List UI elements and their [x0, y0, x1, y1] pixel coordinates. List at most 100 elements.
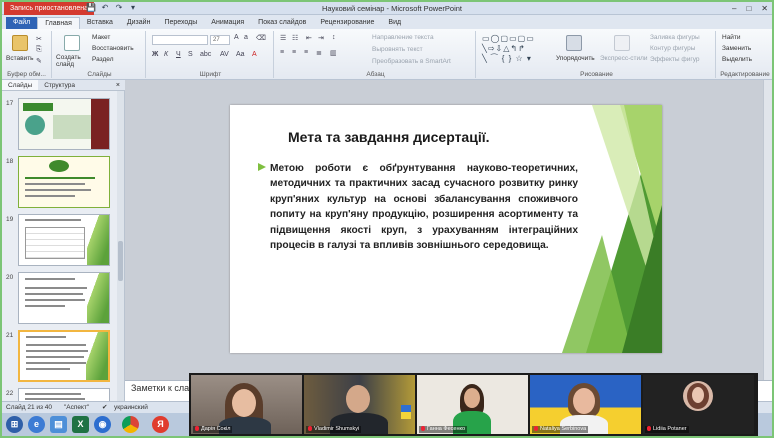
tab-home[interactable]: Главная	[37, 17, 80, 29]
slide-thumbnail[interactable]: 17	[2, 98, 118, 152]
copy-icon[interactable]: ⎘	[36, 46, 42, 54]
font-name-combo[interactable]	[152, 35, 208, 45]
tab-transitions[interactable]: Переходы	[157, 17, 204, 29]
slide-thumbnail[interactable]: 22	[2, 388, 118, 401]
align-left-icon[interactable]: ≡	[280, 49, 284, 56]
slide-thumbnail-selected[interactable]: 21	[2, 330, 118, 384]
slide-thumbnail[interactable]: 20	[2, 272, 118, 326]
shrink-font-icon[interactable]: a	[244, 34, 248, 41]
close-button[interactable]: ✕	[761, 2, 768, 15]
decrease-indent-icon[interactable]: ⇤	[306, 34, 312, 42]
shape-effects-button[interactable]: Эффекты фигур	[650, 56, 700, 63]
participant-tile[interactable]: Nataliya Serbinova	[530, 375, 641, 434]
chrome-icon[interactable]	[122, 416, 139, 433]
strikethrough-icon[interactable]: abc	[200, 51, 211, 58]
slide-thumbnail-image	[18, 156, 110, 208]
shape-fill-button[interactable]: Заливка фигуры	[650, 34, 700, 41]
mic-off-icon	[308, 426, 312, 432]
files-icon[interactable]: ▤	[50, 416, 67, 433]
align-right-icon[interactable]: ≡	[304, 49, 308, 56]
quick-styles-icon[interactable]	[614, 35, 630, 51]
bold-icon[interactable]: Ж	[152, 51, 158, 58]
slide-thumbnail[interactable]: 19	[2, 214, 118, 268]
slide-thumbnail-image	[18, 214, 110, 266]
slide-body-text[interactable]: Метою роботи є обґрунтування науково-тео…	[270, 161, 578, 253]
explorer-icon[interactable]: e	[28, 416, 45, 433]
increase-indent-icon[interactable]: ⇥	[318, 34, 324, 42]
layout-button[interactable]: Макет	[92, 34, 110, 41]
shapes-gallery[interactable]: ▭◯▢▭▢▭ ╲⇨⇩△↰↱ ╲ ⁀ { } ☆ ▾	[482, 34, 552, 66]
tab-outline[interactable]: Структура	[38, 80, 81, 90]
group-clipboard: Вставить ✂ ⎘ ✎ Буфер обм...	[2, 31, 52, 78]
participant-tile[interactable]: Дарія Сокіл	[191, 375, 302, 434]
change-case-icon[interactable]: Aa	[236, 51, 245, 58]
font-color-icon[interactable]: A	[252, 51, 257, 58]
tab-slideshow[interactable]: Показ слайдов	[251, 17, 313, 29]
shadow-icon[interactable]: S	[188, 51, 193, 58]
format-painter-icon[interactable]: ✎	[36, 57, 42, 65]
text-direction-button[interactable]: Направление текста	[372, 34, 434, 41]
yandex-icon[interactable]: Я	[152, 416, 169, 433]
tab-view[interactable]: Вид	[381, 17, 408, 29]
line-spacing-icon[interactable]: ↕	[332, 34, 336, 41]
undo-icon[interactable]: ↶	[100, 3, 110, 13]
cut-icon[interactable]: ✂	[36, 35, 42, 43]
group-font: 27 A a ⌫ Ж К Ч S abc AV Aa A Шрифт	[148, 31, 274, 78]
customize-qat-icon[interactable]: ▾	[128, 3, 138, 13]
paste-button[interactable]: Вставить	[6, 55, 34, 62]
bullets-icon[interactable]: ☰	[280, 34, 286, 42]
select-button[interactable]: Выделить	[722, 56, 752, 63]
slide-thumbnail[interactable]: 18	[2, 156, 118, 210]
participant-tile[interactable]: Vladimir Shumskyi	[304, 375, 415, 434]
participant-tile[interactable]: Ганна Фесенко	[417, 375, 528, 434]
editor-scrollbar[interactable]	[763, 80, 772, 380]
minimize-button[interactable]: –	[732, 2, 736, 15]
quick-styles-button[interactable]: Экспресс-стили	[600, 55, 648, 62]
align-center-icon[interactable]: ≡	[292, 49, 296, 56]
arrange-icon[interactable]	[566, 35, 582, 51]
reset-button[interactable]: Восстановить	[92, 45, 134, 52]
columns-icon[interactable]: ▥	[330, 49, 337, 57]
find-button[interactable]: Найти	[722, 34, 741, 41]
tab-design[interactable]: Дизайн	[120, 17, 158, 29]
tab-review[interactable]: Рецензирование	[313, 17, 381, 29]
tab-slides[interactable]: Слайды	[2, 80, 39, 90]
slide-number: 22	[6, 390, 14, 397]
window-controls: – □ ✕	[732, 2, 768, 15]
paragraph-group-label: Абзац	[366, 71, 385, 78]
section-button[interactable]: Раздел	[92, 56, 113, 63]
smartart-button[interactable]: Преобразовать в SmartArt	[372, 58, 451, 65]
excel-icon[interactable]: X	[72, 416, 89, 433]
viber-icon[interactable]: ◉	[94, 416, 111, 433]
slide-canvas[interactable]: Мета та завдання дисертації. Метою робот…	[230, 105, 662, 353]
char-spacing-icon[interactable]: AV	[220, 51, 229, 58]
replace-button[interactable]: Заменить	[722, 45, 751, 52]
slide-title[interactable]: Мета та завдання дисертації.	[288, 129, 558, 145]
align-text-button[interactable]: Выровнять текст	[372, 46, 423, 53]
underline-icon[interactable]: Ч	[176, 51, 181, 58]
new-slide-button[interactable]: Создать слайд	[56, 54, 92, 68]
tab-animation[interactable]: Анимация	[204, 17, 251, 29]
slide-thumbnail-image	[18, 98, 110, 150]
paste-icon[interactable]	[12, 35, 28, 51]
tab-file[interactable]: Файл	[6, 17, 38, 29]
save-icon[interactable]: 💾	[86, 3, 96, 13]
italic-icon[interactable]: К	[164, 51, 168, 58]
shape-outline-button[interactable]: Контур фигуры	[650, 45, 695, 52]
grow-font-icon[interactable]: A	[234, 34, 239, 41]
arrange-button[interactable]: Упорядочить	[556, 55, 595, 62]
close-icon[interactable]: ×	[116, 80, 120, 91]
recording-badge[interactable]: Запись приостановлена	[4, 2, 94, 15]
clear-format-icon[interactable]: ⌫	[256, 34, 266, 42]
font-size-combo[interactable]: 27	[210, 35, 230, 45]
editing-group-label: Редактирование	[720, 71, 770, 78]
redo-icon[interactable]: ↷	[114, 3, 124, 13]
justify-icon[interactable]: ≣	[316, 49, 322, 57]
new-slide-icon[interactable]	[64, 35, 80, 51]
maximize-button[interactable]: □	[746, 2, 751, 15]
pane-scrollbar[interactable]	[117, 91, 124, 401]
participant-tile[interactable]: Lidiia Potaner	[643, 375, 754, 434]
tab-insert[interactable]: Вставка	[80, 17, 120, 29]
numbering-icon[interactable]: ☷	[292, 34, 298, 42]
start-icon[interactable]: ⊞	[6, 416, 23, 433]
